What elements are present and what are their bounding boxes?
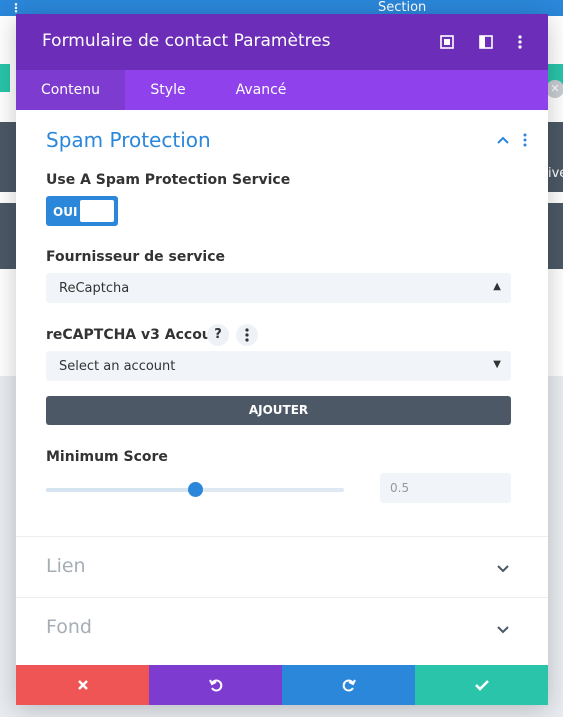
spam-service-label: Use A Spam Protection Service: [46, 172, 291, 188]
row-handle-left[interactable]: [0, 64, 10, 92]
updown-arrow-icon: ▲: [493, 281, 501, 292]
modal-title: Formulaire de contact Paramètres: [42, 31, 331, 51]
section-fond[interactable]: Fond: [46, 616, 92, 638]
chevron-up-icon[interactable]: [496, 132, 510, 146]
dropdown-arrow-icon: ▼: [493, 359, 501, 370]
settings-modal: Formulaire de contact Paramètres Contenu…: [16, 14, 548, 705]
min-score-value: 0.5: [390, 481, 410, 495]
help-icon[interactable]: ?: [207, 324, 229, 346]
section-title[interactable]: Spam Protection: [46, 128, 211, 152]
undo-button[interactable]: [149, 665, 282, 705]
score-slider-handle[interactable]: [188, 482, 203, 497]
score-slider-fill: [46, 488, 195, 492]
expand-icon[interactable]: [440, 34, 456, 50]
account-label: reCAPTCHA v3 Account: [46, 327, 229, 343]
close-icon: [77, 680, 88, 690]
kebab-icon[interactable]: [517, 34, 533, 50]
save-button[interactable]: [415, 665, 548, 705]
module-text: ive: [548, 166, 563, 181]
provider-label: Fournisseur de service: [46, 249, 225, 265]
redo-button[interactable]: [282, 665, 415, 705]
chevron-down-icon[interactable]: [496, 622, 510, 636]
add-account-button[interactable]: AJOUTER: [46, 396, 511, 425]
modal-header: Formulaire de contact Paramètres: [16, 14, 548, 70]
tab-bar: Contenu Style Avancé: [16, 70, 548, 110]
redo-icon: [342, 679, 356, 692]
tab-contenu[interactable]: Contenu: [16, 70, 125, 110]
toggle-text: OUI: [53, 205, 78, 219]
tab-style[interactable]: Style: [125, 70, 211, 110]
tab-avance[interactable]: Avancé: [211, 70, 311, 110]
sidebar-icon[interactable]: [479, 34, 495, 50]
cancel-button[interactable]: [16, 665, 149, 705]
divider: [16, 597, 548, 598]
close-icon[interactable]: ✕: [546, 80, 563, 98]
account-value: Select an account: [59, 359, 176, 374]
undo-icon: [208, 679, 222, 692]
check-icon: [474, 680, 489, 691]
section-kebab-icon[interactable]: [522, 132, 528, 148]
spam-service-toggle[interactable]: OUI: [46, 196, 118, 226]
min-score-label: Minimum Score: [46, 449, 168, 465]
account-kebab-icon[interactable]: [236, 324, 258, 346]
chevron-down-icon[interactable]: [496, 561, 510, 575]
account-select[interactable]: Select an account ▼: [46, 351, 511, 381]
section-lien[interactable]: Lien: [46, 555, 86, 577]
divider: [16, 536, 548, 537]
section-menu-icon[interactable]: ⋮: [10, 1, 22, 15]
min-score-input[interactable]: 0.5: [380, 473, 511, 503]
provider-select[interactable]: ReCaptcha ▲: [46, 273, 511, 303]
provider-value: ReCaptcha: [59, 281, 130, 296]
toggle-knob: [80, 200, 114, 222]
modal-footer: [16, 665, 548, 705]
